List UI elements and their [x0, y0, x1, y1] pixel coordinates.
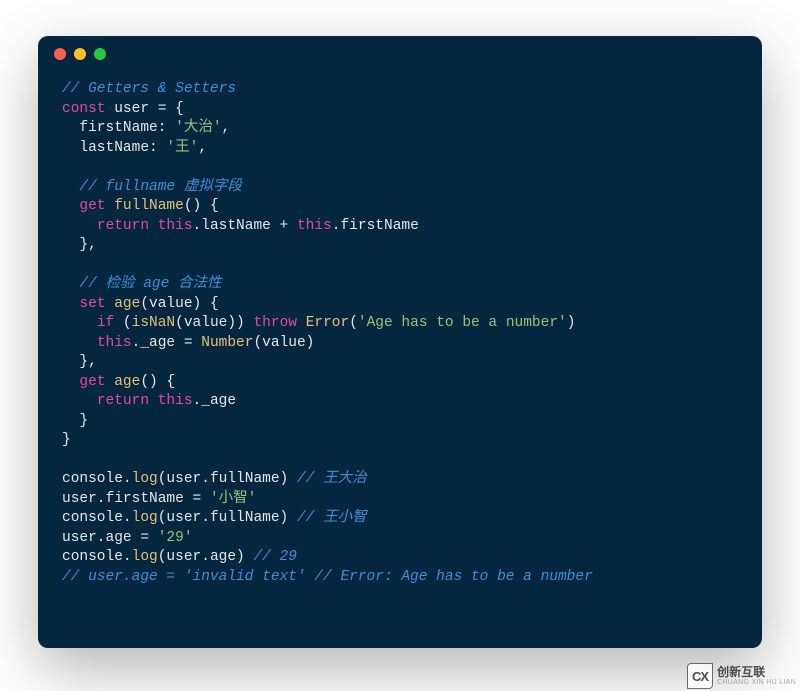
- code-token: firstName:: [62, 120, 175, 136]
- code-token: console.: [62, 471, 132, 487]
- code-token: ): [567, 315, 576, 331]
- code-token: [62, 374, 79, 390]
- code-token: () {: [140, 374, 175, 390]
- code-token: [106, 374, 115, 390]
- code-token: set: [79, 296, 105, 312]
- code-token: ._age: [193, 393, 237, 409]
- code-token: ._age =: [132, 335, 202, 351]
- code-token: [62, 218, 97, 234]
- code-token: (: [349, 315, 358, 331]
- code-token: // 29: [253, 549, 297, 565]
- code-token: this: [97, 335, 132, 351]
- code-token: get: [79, 374, 105, 390]
- code-token: (value)): [175, 315, 253, 331]
- titlebar: [38, 36, 762, 72]
- watermark-icon: CX: [687, 663, 713, 689]
- code-token: '大治': [175, 120, 221, 136]
- code-line: }: [62, 432, 71, 448]
- code-block: // Getters & Setters const user = { firs…: [38, 72, 762, 607]
- code-token: console.: [62, 549, 132, 565]
- code-token: user = {: [106, 101, 184, 117]
- code-token: this: [158, 218, 193, 234]
- code-token: '29': [158, 530, 193, 546]
- watermark-cn: 创新互联: [717, 666, 796, 678]
- code-token: this: [297, 218, 332, 234]
- code-line: // user.age = 'invalid text' // Error: A…: [62, 569, 593, 585]
- code-token: [106, 296, 115, 312]
- maximize-icon[interactable]: [94, 48, 106, 60]
- code-token: log: [132, 510, 158, 526]
- code-token: log: [132, 549, 158, 565]
- minimize-icon[interactable]: [74, 48, 86, 60]
- code-token: ,: [198, 140, 207, 156]
- code-token: [62, 296, 79, 312]
- code-token: // 王大治: [297, 471, 367, 487]
- code-token: (value): [253, 335, 314, 351]
- code-token: 'Age has to be a number': [358, 315, 567, 331]
- code-token: log: [132, 471, 158, 487]
- code-token: [149, 218, 158, 234]
- code-token: return: [97, 393, 149, 409]
- code-line: // fullname 虚拟字段: [62, 179, 242, 195]
- watermark: CX 创新互联 CHUANG XIN HU LIAN: [687, 663, 796, 689]
- code-token: (: [114, 315, 131, 331]
- code-token: ,: [222, 120, 231, 136]
- code-token: [62, 393, 97, 409]
- code-token: age: [114, 296, 140, 312]
- code-token: get: [79, 198, 105, 214]
- code-token: this: [158, 393, 193, 409]
- code-token: [149, 393, 158, 409]
- code-token: [62, 335, 97, 351]
- code-token: fullName: [114, 198, 184, 214]
- code-token: [297, 315, 306, 331]
- code-token: [106, 198, 115, 214]
- watermark-text: 创新互联 CHUANG XIN HU LIAN: [717, 666, 796, 686]
- code-token: user.firstName =: [62, 491, 210, 507]
- code-token: Number: [201, 335, 253, 351]
- code-token: throw: [253, 315, 297, 331]
- code-window: // Getters & Setters const user = { firs…: [38, 36, 762, 648]
- watermark-en: CHUANG XIN HU LIAN: [717, 679, 796, 686]
- code-token: const: [62, 101, 106, 117]
- code-token: .firstName: [332, 218, 419, 234]
- code-token: Error: [306, 315, 350, 331]
- code-line: },: [62, 237, 97, 253]
- code-line: // 检验 age 合法性: [62, 276, 222, 292]
- code-line: },: [62, 354, 97, 370]
- code-token: return: [97, 218, 149, 234]
- code-token: '小智': [210, 491, 256, 507]
- code-token: (value) {: [140, 296, 218, 312]
- code-token: [62, 198, 79, 214]
- close-icon[interactable]: [54, 48, 66, 60]
- code-token: '王': [166, 140, 198, 156]
- code-token: () {: [184, 198, 219, 214]
- code-token: if: [97, 315, 114, 331]
- code-token: [62, 315, 97, 331]
- code-token: isNaN: [132, 315, 176, 331]
- code-token: (user.fullName): [158, 510, 297, 526]
- code-line: // Getters & Setters: [62, 81, 236, 97]
- code-token: age: [114, 374, 140, 390]
- code-token: user.age =: [62, 530, 158, 546]
- code-token: lastName:: [62, 140, 166, 156]
- code-line: }: [62, 413, 88, 429]
- code-token: .lastName +: [193, 218, 297, 234]
- code-token: (user.age): [158, 549, 254, 565]
- code-token: console.: [62, 510, 132, 526]
- code-token: // 王小智: [297, 510, 367, 526]
- code-token: (user.fullName): [158, 471, 297, 487]
